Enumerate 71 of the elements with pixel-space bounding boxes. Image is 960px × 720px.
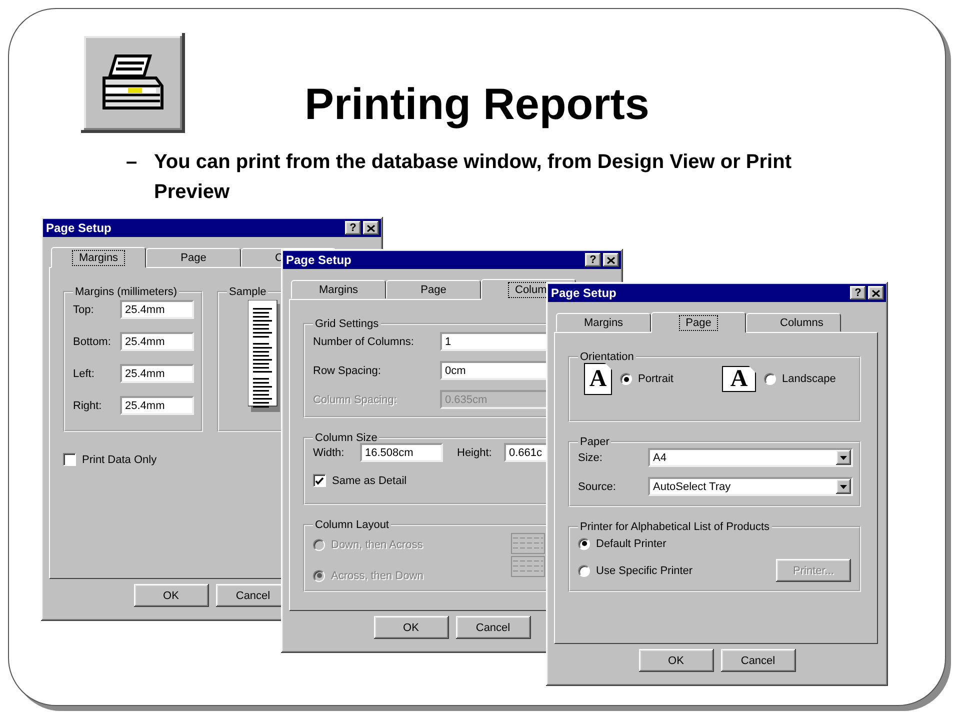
radio-button[interactable]: [578, 538, 590, 550]
group-label: Column Size: [314, 432, 378, 444]
tab[interactable]: Margins: [556, 313, 651, 332]
field-label: Source:: [578, 480, 617, 492]
group-label: Printer for Alphabetical List of Products: [579, 521, 771, 533]
radio-button[interactable]: [764, 373, 776, 385]
dropdown-field[interactable]: A4: [648, 448, 853, 467]
bullet-marker: –: [126, 150, 138, 175]
checkbox[interactable]: [63, 453, 76, 466]
tab[interactable]: Margins: [51, 247, 146, 268]
field-label: Column Spacing:: [313, 394, 398, 406]
radio-label: Default Printer: [596, 538, 666, 550]
dropdown-button[interactable]: [836, 479, 851, 494]
width-field[interactable]: 16.508cm: [360, 443, 443, 462]
printer-icon: [100, 54, 166, 112]
group-label: Orientation: [579, 351, 635, 363]
tab[interactable]: Page: [146, 248, 241, 267]
field-label: Right:: [73, 400, 103, 412]
radio-label: Down, then Across: [331, 538, 423, 550]
radio-label: Landscape: [782, 373, 836, 385]
tab[interactable]: Margins: [291, 280, 386, 299]
margin-field[interactable]: 25.4mm: [120, 300, 194, 319]
ok-button[interactable]: OK: [638, 649, 714, 672]
dropdown-field[interactable]: AutoSelect Tray: [648, 477, 853, 496]
checkbox[interactable]: [313, 474, 326, 487]
tab[interactable]: Page: [386, 280, 481, 299]
field-label: Width:: [313, 446, 346, 458]
caret-icon: [840, 456, 847, 460]
ok-button[interactable]: OK: [134, 584, 208, 607]
slide-title: Printing Reports: [304, 79, 650, 131]
help-button[interactable]: ?: [345, 221, 361, 235]
cancel-button[interactable]: Cancel: [720, 649, 796, 672]
margin-field[interactable]: 25.4mm: [120, 396, 194, 415]
group-label: Sample: [228, 286, 268, 298]
ok-button[interactable]: OK: [374, 616, 448, 639]
close-icon: [367, 224, 375, 232]
group-label: Margins (millimeters): [74, 286, 178, 298]
field-label: Top:: [73, 304, 95, 316]
field-label: Bottom:: [73, 336, 112, 348]
group-label: Grid Settings: [314, 318, 380, 330]
portrait-page-icon: A: [584, 363, 612, 395]
radio-button[interactable]: [578, 564, 590, 576]
radio-label: Portrait: [638, 373, 674, 385]
close-icon: [872, 290, 880, 296]
field-label: Number of Columns:: [313, 336, 415, 348]
margin-field[interactable]: 25.4mm: [120, 364, 194, 383]
landscape-page-icon: A: [722, 366, 756, 392]
tab[interactable]: Page: [651, 312, 746, 333]
radio-button[interactable]: [620, 373, 632, 385]
field-label: Row Spacing:: [313, 364, 382, 376]
close-button[interactable]: [868, 286, 884, 300]
checkbox-label: Print Data Only: [82, 454, 157, 466]
radio-label: Use Specific Printer: [596, 564, 693, 576]
bullet-text: You can print from the database window, from Design View or Print Preview: [154, 150, 792, 205]
field-label: Height:: [457, 446, 493, 458]
print-button[interactable]: [81, 33, 185, 133]
field-label: Left:: [73, 368, 96, 380]
close-button[interactable]: [603, 253, 619, 267]
group-label: Column Layout: [314, 519, 390, 531]
dropdown-button[interactable]: [836, 450, 851, 465]
tab[interactable]: Columns: [746, 313, 841, 332]
margin-field[interactable]: 25.4mm: [120, 332, 194, 351]
window-title: Page Setup: [46, 221, 112, 235]
radio-label: Across, then Down: [331, 570, 424, 582]
help-button[interactable]: ?: [850, 286, 866, 300]
close-button[interactable]: [363, 221, 379, 235]
close-icon: [607, 256, 615, 264]
help-button[interactable]: ?: [585, 253, 601, 267]
cancel-button[interactable]: Cancel: [456, 616, 530, 639]
checkbox-label: Same as Detail: [332, 474, 407, 486]
caret-icon: [840, 484, 847, 488]
